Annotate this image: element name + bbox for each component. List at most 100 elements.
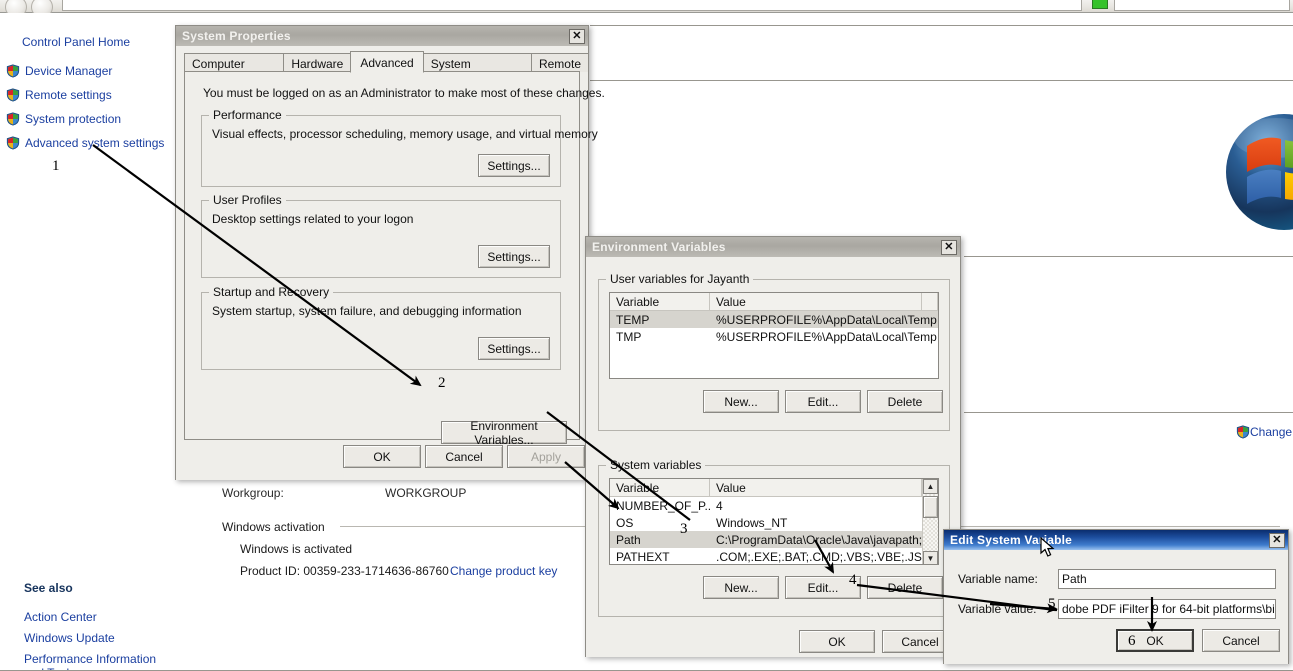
- table-row[interactable]: PATHEXT .COM;.EXE;.BAT;.CMD;.VBS;.VBE;.J…: [610, 548, 938, 564]
- startup-recovery-group: Startup and Recovery System startup, sys…: [201, 285, 561, 370]
- sidebar-item-performance-information-and-tools[interactable]: Performance Information and Tools: [24, 652, 174, 671]
- cell-variable: Path: [616, 532, 641, 547]
- cell-variable: OS: [616, 515, 634, 530]
- edit-system-variable-dialog: Edit System Variable ✕ Variable name: Pa…: [943, 529, 1289, 664]
- edit-system-variable-body: Variable name: Path Variable value: dobe…: [944, 550, 1288, 664]
- cell-variable: TMP: [616, 329, 642, 344]
- table-row[interactable]: NUMBER_OF_P... 4: [610, 497, 938, 514]
- windows-activation-group-label: Windows activation: [222, 520, 325, 534]
- user-variables-group: User variables for Jayanth Variable Valu…: [598, 272, 950, 431]
- user-profiles-settings-button[interactable]: Settings...: [478, 245, 550, 268]
- user-profiles-legend: User Profiles: [209, 193, 286, 207]
- edit-system-variable-cancel-button[interactable]: Cancel: [1202, 629, 1280, 652]
- system-variables-list[interactable]: Variable Value NUMBER_OF_P... 4 OS Windo…: [609, 478, 939, 565]
- startup-recovery-settings-button[interactable]: Settings...: [478, 337, 550, 360]
- edit-system-variable-titlebar[interactable]: Edit System Variable ✕: [944, 530, 1288, 550]
- shield-icon: [6, 112, 20, 126]
- system-properties-body: Computer Name Hardware Advanced System P…: [176, 46, 605, 480]
- tab-computer-name[interactable]: Computer Name: [184, 53, 285, 89]
- table-row[interactable]: TEMP %USERPROFILE%\AppData\Local\Temp: [610, 311, 938, 328]
- search-box[interactable]: [1114, 0, 1290, 11]
- change-link[interactable]: Change: [1250, 425, 1292, 439]
- edit-system-variable-ok-button[interactable]: OK: [1116, 629, 1194, 652]
- performance-legend: Performance: [209, 108, 286, 122]
- cell-variable: TEMP: [616, 312, 650, 327]
- scroll-down-arrow-icon[interactable]: ▼: [923, 551, 938, 564]
- performance-description: Visual effects, processor scheduling, me…: [212, 127, 598, 141]
- close-icon[interactable]: ✕: [569, 28, 585, 44]
- system-properties-titlebar[interactable]: System Properties ✕: [176, 26, 588, 46]
- user-variables-header: Variable Value: [610, 293, 938, 311]
- tab-advanced[interactable]: Advanced: [350, 51, 424, 73]
- explorer-toolbar: [0, 0, 1293, 18]
- tab-hardware[interactable]: Hardware: [283, 53, 352, 72]
- column-header-variable[interactable]: Variable: [610, 293, 710, 310]
- user-variables-list[interactable]: Variable Value TEMP %USERPROFILE%\AppDat…: [609, 292, 939, 379]
- cell-value: 4: [716, 498, 723, 513]
- sidebar-item-device-manager[interactable]: Device Manager: [25, 64, 112, 78]
- system-delete-button[interactable]: Delete: [867, 576, 943, 599]
- workgroup-value: WORKGROUP: [385, 486, 467, 500]
- environment-variables-button[interactable]: Environment Variables...: [441, 419, 567, 447]
- sidebar-item-windows-update[interactable]: Windows Update: [24, 631, 115, 645]
- shield-icon: [6, 64, 20, 78]
- variable-value-input[interactable]: dobe PDF iFilter 9 for 64-bit platforms\…: [1058, 599, 1276, 619]
- environment-variables-titlebar[interactable]: Environment Variables ✕: [586, 237, 960, 257]
- system-properties-ok-button[interactable]: OK: [343, 445, 421, 468]
- close-icon[interactable]: ✕: [941, 239, 957, 255]
- user-edit-button[interactable]: Edit...: [785, 390, 861, 413]
- startup-recovery-description: System startup, system failure, and debu…: [212, 304, 522, 318]
- content-divider-lower: [964, 412, 1293, 413]
- address-bar[interactable]: [62, 0, 1082, 11]
- tab-remote[interactable]: Remote: [530, 53, 589, 72]
- sidebar-item-system-protection[interactable]: System protection: [25, 112, 121, 126]
- column-header-value[interactable]: Value: [710, 293, 922, 310]
- table-row[interactable]: TMP %USERPROFILE%\AppData\Local\Temp: [610, 328, 938, 345]
- column-header-spacer: [922, 293, 938, 310]
- scroll-up-arrow-icon[interactable]: ▲: [923, 479, 938, 494]
- system-properties-apply-button: Apply: [507, 445, 585, 468]
- user-variables-legend: User variables for Jayanth: [606, 272, 754, 286]
- system-variables-group: System variables Variable Value NUMBER_O…: [598, 458, 950, 617]
- progress-indicator: [1092, 0, 1108, 9]
- performance-settings-button[interactable]: Settings...: [478, 154, 550, 177]
- system-edit-button[interactable]: Edit...: [785, 576, 861, 599]
- cell-value: .COM;.EXE;.BAT;.CMD;.VBS;.VBE;.JS;....: [716, 549, 922, 564]
- advanced-tab-panel: You must be logged on as an Administrato…: [184, 71, 605, 447]
- column-header-value[interactable]: Value: [710, 479, 922, 496]
- variable-value-label: Variable value:: [958, 602, 1037, 616]
- table-row[interactable]: OS Windows_NT: [610, 514, 938, 531]
- sidebar-item-advanced-system-settings[interactable]: Advanced system settings: [25, 136, 164, 150]
- cell-value: %USERPROFILE%\AppData\Local\Temp: [716, 312, 937, 327]
- activation-status: Windows is activated: [240, 542, 353, 556]
- system-variables-header: Variable Value: [610, 479, 938, 497]
- user-delete-button[interactable]: Delete: [867, 390, 943, 413]
- content-divider-mid: [964, 256, 1293, 257]
- workgroup-label: Workgroup:: [222, 486, 284, 500]
- sidebar-item-action-center[interactable]: Action Center: [24, 610, 97, 624]
- edit-system-variable-title: Edit System Variable: [950, 533, 1073, 547]
- tab-system-protection[interactable]: System Protection: [422, 53, 532, 89]
- sidebar-item-remote-settings[interactable]: Remote settings: [25, 88, 112, 102]
- system-variables-legend: System variables: [606, 458, 706, 472]
- system-properties-tabs: Computer Name Hardware Advanced System P…: [184, 51, 589, 89]
- close-icon[interactable]: ✕: [1269, 532, 1285, 548]
- content-divider-topmost: [590, 25, 1293, 26]
- environment-variables-dialog: Environment Variables ✕ User variables f…: [585, 236, 961, 657]
- scrollbar-thumb[interactable]: [923, 496, 938, 518]
- variable-name-input[interactable]: Path: [1058, 569, 1276, 589]
- startup-recovery-legend: Startup and Recovery: [209, 285, 334, 299]
- table-row[interactable]: Path C:\ProgramData\Oracle\Java\javapath…: [610, 531, 938, 548]
- change-product-key-link[interactable]: Change product key: [450, 564, 557, 578]
- shield-icon: [6, 88, 20, 102]
- environment-variables-body: User variables for Jayanth Variable Valu…: [586, 257, 960, 657]
- performance-group: Performance Visual effects, processor sc…: [201, 108, 598, 187]
- system-variables-scrollbar[interactable]: ▲ ▼: [922, 479, 938, 564]
- system-new-button[interactable]: New...: [703, 576, 779, 599]
- sidebar-item-control-panel-home[interactable]: Control Panel Home: [22, 35, 130, 49]
- system-properties-cancel-button[interactable]: Cancel: [425, 445, 503, 468]
- shield-icon: [6, 136, 20, 150]
- user-new-button[interactable]: New...: [703, 390, 779, 413]
- column-header-variable[interactable]: Variable: [610, 479, 710, 496]
- environment-variables-ok-button[interactable]: OK: [799, 630, 875, 653]
